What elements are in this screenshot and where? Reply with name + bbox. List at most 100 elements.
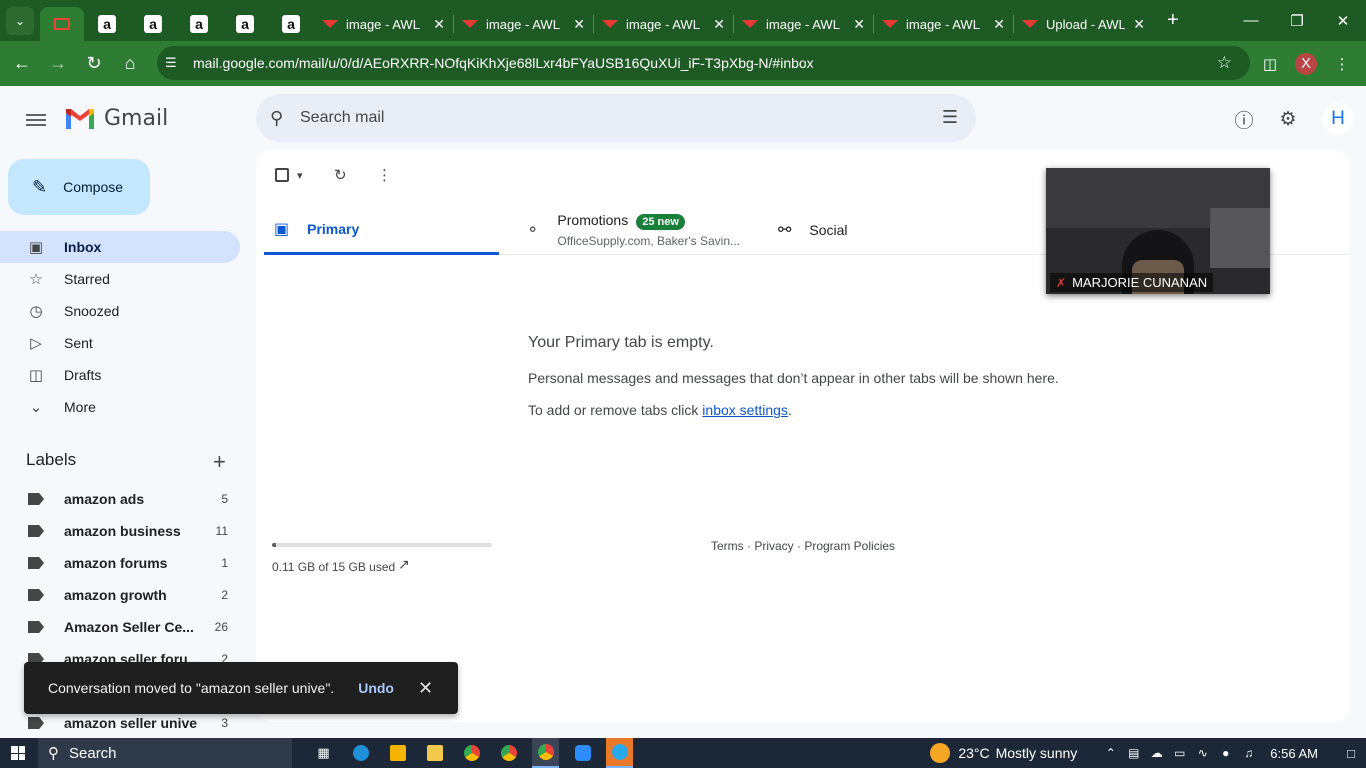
tab-close-icon[interactable]: ✕ <box>1133 16 1145 33</box>
taskbar-apps: ▦ <box>310 738 633 768</box>
close-icon[interactable]: ✕ <box>418 678 433 699</box>
account-avatar[interactable]: H <box>1322 103 1354 135</box>
label-name: amazon forums <box>64 555 168 571</box>
select-dropdown-icon[interactable]: ▾ <box>297 169 303 182</box>
microphone-icon[interactable]: ● <box>1214 746 1237 760</box>
tab-social[interactable]: ⚯ Social <box>778 205 978 255</box>
start-button[interactable] <box>0 738 36 768</box>
search-input[interactable] <box>300 109 900 127</box>
store-icon[interactable] <box>384 738 411 768</box>
tab-amazon-5[interactable]: a <box>268 7 314 41</box>
select-all-checkbox[interactable] <box>275 168 289 182</box>
zoom-icon[interactable] <box>569 738 596 768</box>
add-label-icon[interactable]: + <box>213 449 226 475</box>
more-actions-icon[interactable]: ⋮ <box>377 166 392 184</box>
tab-awl-2[interactable]: image - AWL ✕ <box>454 7 593 41</box>
reload-icon[interactable]: ↻ <box>76 46 112 82</box>
wifi-icon[interactable]: ∿ <box>1191 746 1214 760</box>
sidebar-item-label: Starred <box>64 271 110 287</box>
compose-button[interactable]: ✎ Compose <box>8 159 150 215</box>
chrome-icon[interactable] <box>458 738 485 768</box>
weather-temp[interactable]: 23°C <box>958 745 989 761</box>
address-bar[interactable]: ☰ mail.google.com/mail/u/0/d/AEoRXRR-NOf… <box>157 46 1250 80</box>
refresh-icon[interactable]: ↻ <box>334 166 347 184</box>
tab-awl-1[interactable]: image - AWL ✕ <box>314 7 453 41</box>
tab-awl-4[interactable]: image - AWL ✕ <box>734 7 873 41</box>
label-item[interactable]: amazon ads 5 <box>0 483 256 515</box>
restore-icon[interactable]: ❐ <box>1274 0 1320 41</box>
tab-awl-upload[interactable]: Upload - AWL ✕ <box>1014 7 1153 41</box>
tab-amazon-2[interactable]: a <box>130 7 176 41</box>
search-options-icon[interactable]: ☰ <box>942 107 958 128</box>
tab-gmail[interactable] <box>40 7 84 41</box>
label-item[interactable]: amazon forums 1 <box>0 547 256 579</box>
settings-gear-icon[interactable]: ⚙ <box>1276 107 1300 131</box>
sidebar-item-starred[interactable]: ☆ Starred <box>0 263 240 295</box>
help-icon[interactable]: ⓘ <box>1232 107 1256 132</box>
search-icon[interactable]: ⚲ <box>270 108 294 129</box>
footer-links[interactable]: Terms · Privacy · Program Policies <box>711 539 895 553</box>
battery-icon[interactable]: ▭ <box>1168 746 1191 760</box>
label-item[interactable]: amazon business 11 <box>0 515 256 547</box>
sidebar-item-drafts[interactable]: ◫ Drafts <box>0 359 240 391</box>
gmail-logo-text: Gmail <box>104 106 169 131</box>
more-menu-icon[interactable]: ⋮ <box>1324 55 1360 73</box>
sidebar-item-sent[interactable]: ▷ Sent <box>0 327 240 359</box>
label-item[interactable]: amazon growth 2 <box>0 579 256 611</box>
new-tab-button[interactable]: + <box>1167 9 1179 32</box>
site-info-icon[interactable]: ☰ <box>165 55 183 71</box>
chrome-icon[interactable] <box>495 738 522 768</box>
task-view-icon[interactable]: ▦ <box>310 738 337 768</box>
clock-time[interactable]: 6:56 AM <box>1270 746 1318 761</box>
minimize-icon[interactable]: — <box>1228 0 1274 41</box>
tag-icon: ⚬ <box>526 222 540 239</box>
weather-sun-icon[interactable] <box>930 743 951 763</box>
tab-close-icon[interactable]: ✕ <box>713 16 725 33</box>
home-icon[interactable]: ⌂ <box>112 46 148 82</box>
undo-button[interactable]: Undo <box>358 680 394 696</box>
sidebar-item-inbox[interactable]: ▣ Inbox <box>0 231 240 263</box>
tab-awl-5[interactable]: image - AWL ✕ <box>874 7 1013 41</box>
main-menu-icon[interactable] <box>24 108 48 132</box>
tab-search-button[interactable]: ⌄ <box>6 6 34 35</box>
telegram-icon[interactable] <box>606 738 633 768</box>
inbox-settings-link[interactable]: inbox settings <box>702 402 788 418</box>
volume-icon[interactable]: ♫ <box>1237 746 1260 760</box>
onedrive-cloud-icon[interactable]: ☁ <box>1145 746 1168 760</box>
awl-favicon-icon <box>882 18 898 30</box>
draft-icon: ◫ <box>28 367 44 384</box>
tab-close-icon[interactable]: ✕ <box>573 16 585 33</box>
search-bar[interactable]: ⚲ ☰ <box>256 94 976 142</box>
notification-icon[interactable]: □ <box>1336 746 1366 761</box>
sidebar-item-snoozed[interactable]: ◷ Snoozed <box>0 295 240 327</box>
forward-icon[interactable]: → <box>40 46 76 82</box>
amazon-favicon-icon: a <box>190 15 208 33</box>
tab-promotions[interactable]: ⚬ Promotions 25 new OfficeSupply.com, Bak… <box>526 205 766 255</box>
external-link-icon[interactable]: ↗ <box>398 556 410 573</box>
tab-amazon-1[interactable]: a <box>84 7 130 41</box>
tab-close-icon[interactable]: ✕ <box>993 16 1005 33</box>
tab-close-icon[interactable]: ✕ <box>853 16 865 33</box>
video-call-overlay[interactable]: ✗ MARJORIE CUNANAN <box>1046 168 1270 294</box>
tab-awl-3[interactable]: image - AWL ✕ <box>594 7 733 41</box>
profile-avatar[interactable]: X <box>1295 52 1317 75</box>
tab-close-icon[interactable]: ✕ <box>433 16 445 33</box>
tab-amazon-4[interactable]: a <box>222 7 268 41</box>
taskbar-search[interactable]: ⚲ Search <box>38 738 292 768</box>
gmail-logo[interactable]: Gmail <box>64 106 168 131</box>
mic-muted-icon: ✗ <box>1056 275 1067 290</box>
chrome-icon[interactable] <box>532 738 559 768</box>
weather-text[interactable]: Mostly sunny <box>996 745 1078 761</box>
tab-primary[interactable]: ▣ Primary <box>264 205 499 255</box>
back-icon[interactable]: ← <box>4 46 40 82</box>
edge-icon[interactable] <box>347 738 374 768</box>
side-panel-icon[interactable]: ◫ <box>1252 55 1288 73</box>
sidebar-item-more[interactable]: ⌄ More <box>0 391 240 423</box>
close-window-icon[interactable]: ✕ <box>1320 0 1366 41</box>
file-explorer-icon[interactable] <box>421 738 448 768</box>
tab-amazon-3[interactable]: a <box>176 7 222 41</box>
bookmark-star-icon[interactable]: ☆ <box>1217 53 1232 73</box>
chevron-up-icon[interactable]: ⌃ <box>1099 746 1122 760</box>
device-icon[interactable]: ▤ <box>1122 746 1145 760</box>
label-item[interactable]: Amazon Seller Ce... 26 <box>0 611 256 643</box>
